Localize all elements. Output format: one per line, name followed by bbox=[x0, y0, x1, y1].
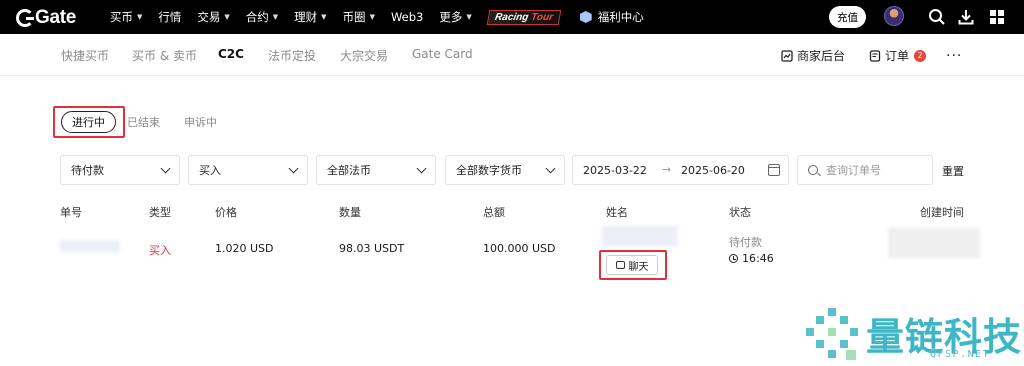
chevron-down-icon bbox=[160, 163, 171, 173]
calendar-icon[interactable] bbox=[768, 164, 780, 176]
tab-fiat-dca[interactable]: 法币定投 bbox=[268, 47, 316, 64]
order-search-box[interactable] bbox=[797, 155, 933, 185]
column-header-quantity: 数量 bbox=[339, 206, 361, 219]
chevron-down-icon: ▼ bbox=[369, 13, 375, 21]
chart-icon bbox=[781, 49, 793, 62]
orders-count-badge: 2 bbox=[914, 49, 927, 62]
search-icon bbox=[808, 165, 818, 175]
column-header-name: 姓名 bbox=[606, 206, 628, 219]
created-time-redacted bbox=[888, 228, 980, 258]
welfare-center-link[interactable]: 福利中心 bbox=[579, 9, 644, 25]
tab-block-trade[interactable]: 大宗交易 bbox=[340, 47, 388, 64]
chevron-down-icon: ▼ bbox=[272, 13, 279, 21]
grid-menu-icon[interactable] bbox=[988, 8, 1006, 26]
arrow-right-icon: → bbox=[662, 163, 672, 176]
column-header-price: 价格 bbox=[215, 206, 237, 219]
chevron-down-icon bbox=[288, 163, 299, 173]
more-options-icon[interactable]: ··· bbox=[946, 48, 962, 64]
order-list-icon bbox=[869, 49, 881, 62]
watermark-subtitle: QFSP.NET bbox=[930, 349, 991, 360]
date-range-picker[interactable]: 2025-03-22 → 2025-06-20 bbox=[572, 155, 789, 185]
fiat-select[interactable]: 全部法币 bbox=[316, 155, 436, 185]
nav-buy-crypto[interactable]: 买币 ▼ bbox=[110, 9, 142, 25]
column-header-type: 类型 bbox=[149, 206, 171, 219]
top-navbar: Gate 买币 ▼ 行情 交易 ▼ 合约 ▼ 理财 ▼ 币圈 ▼ Web3 更多 ▼ Rac… bbox=[0, 0, 1024, 34]
main-nav: 买币 ▼ 行情 交易 ▼ 合约 ▼ 理财 ▼ 币圈 ▼ Web3 更多 ▼ Racing T… bbox=[110, 0, 644, 34]
nav-earn[interactable]: 理财 ▼ bbox=[294, 9, 326, 25]
payment-status-select[interactable]: 待付款 bbox=[60, 155, 180, 185]
avatar[interactable] bbox=[884, 6, 904, 26]
column-header-total: 总额 bbox=[483, 206, 505, 219]
order-status: 待付款 bbox=[729, 236, 762, 249]
nav-futures[interactable]: 合约 ▼ bbox=[246, 9, 278, 25]
nav-more[interactable]: 更多 ▼ bbox=[439, 9, 471, 25]
gate-logo-icon bbox=[16, 9, 34, 27]
tab-gate-card[interactable]: Gate Card bbox=[412, 47, 473, 61]
download-icon[interactable] bbox=[957, 8, 975, 26]
gift-cube-icon bbox=[579, 11, 592, 23]
tab-buy-sell[interactable]: 买币 & 卖币 bbox=[132, 47, 197, 64]
chevron-down-icon: ▼ bbox=[224, 13, 230, 21]
gate-logo[interactable]: Gate bbox=[16, 7, 76, 29]
nav-trade[interactable]: 交易 ▼ bbox=[197, 9, 229, 25]
search-icon[interactable] bbox=[928, 8, 946, 26]
tab-c2c[interactable]: C2C bbox=[218, 47, 244, 61]
highlight-box-in-progress bbox=[53, 106, 125, 138]
chevron-down-icon bbox=[545, 163, 556, 173]
chevron-down-icon bbox=[416, 163, 427, 173]
merchant-backend-link[interactable]: 商家后台 bbox=[781, 47, 845, 64]
date-start[interactable]: 2025-03-22 bbox=[583, 164, 647, 177]
column-header-status: 状态 bbox=[729, 206, 751, 219]
reset-button[interactable]: 重置 bbox=[942, 163, 964, 179]
chevron-down-icon: ▼ bbox=[321, 13, 327, 21]
side-select[interactable]: 买入 bbox=[188, 155, 308, 185]
status-tab-appeal[interactable]: 申诉中 bbox=[184, 114, 217, 130]
chevron-down-icon: ▼ bbox=[137, 13, 143, 21]
order-countdown: 16:46 bbox=[729, 252, 774, 265]
order-search-input[interactable] bbox=[826, 162, 926, 178]
counterparty-name-redacted bbox=[602, 226, 677, 246]
recharge-button[interactable]: 充值 bbox=[829, 6, 866, 28]
order-total: 100.000 USD bbox=[483, 242, 556, 255]
qfsp-watermark-logo bbox=[806, 308, 858, 360]
column-header-created-time: 创建时间 bbox=[920, 206, 964, 219]
nav-community[interactable]: 币圈 ▼ bbox=[343, 9, 375, 25]
tab-quick-buy[interactable]: 快捷买币 bbox=[61, 47, 109, 64]
status-tab-completed[interactable]: 已结束 bbox=[127, 114, 160, 130]
c2c-subnav: 快捷买币 买币 & 卖币 C2C 法币定投 大宗交易 Gate Card 商家后… bbox=[0, 34, 1024, 76]
crypto-select[interactable]: 全部数字货币 bbox=[445, 155, 565, 185]
clock-icon bbox=[729, 254, 738, 263]
order-quantity: 98.03 USDT bbox=[339, 242, 405, 255]
nav-markets[interactable]: 行情 bbox=[158, 9, 181, 25]
order-type: 买入 bbox=[149, 244, 171, 257]
orders-link[interactable]: 订单 2 bbox=[869, 47, 927, 64]
date-end[interactable]: 2025-06-20 bbox=[681, 164, 745, 177]
order-price: 1.020 USD bbox=[215, 242, 274, 255]
highlight-box-chat bbox=[599, 250, 667, 280]
nav-web3[interactable]: Web3 bbox=[391, 10, 423, 24]
column-header-order-id: 单号 bbox=[60, 206, 82, 219]
chevron-down-icon: ▼ bbox=[466, 13, 472, 21]
racing-tour-banner[interactable]: Racing Tour bbox=[486, 9, 562, 25]
order-id-redacted[interactable] bbox=[60, 240, 120, 252]
